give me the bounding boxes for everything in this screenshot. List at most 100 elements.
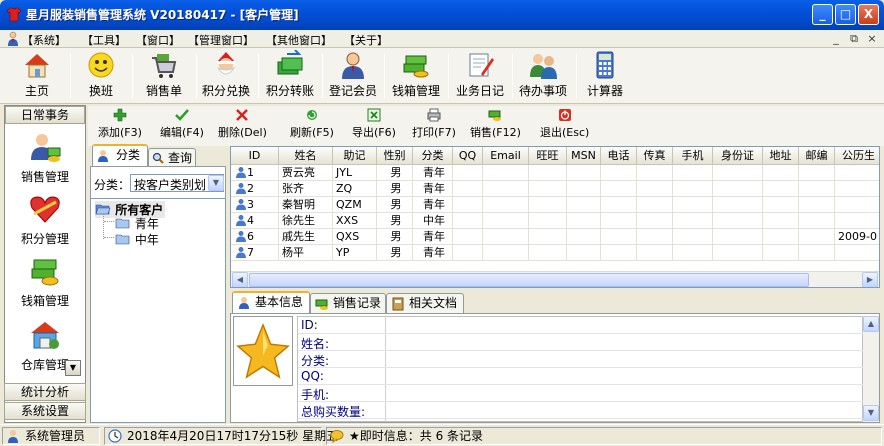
cell-empty bbox=[601, 245, 637, 261]
sales-people-icon bbox=[28, 130, 62, 164]
cell-empty bbox=[673, 181, 713, 197]
tab-basic-info[interactable]: 基本信息 bbox=[232, 291, 310, 313]
cell-empty bbox=[453, 229, 483, 245]
column-header[interactable]: 传真 bbox=[637, 147, 673, 165]
mdi-restore-button[interactable]: ⧉ bbox=[846, 32, 862, 46]
table-row[interactable]: 3 秦智明 QZM 男青年 bbox=[231, 197, 879, 213]
column-header[interactable]: 邮编 bbox=[799, 147, 835, 165]
column-header[interactable]: 公历生 bbox=[835, 147, 879, 165]
print-button[interactable]: 打印(F7) bbox=[412, 108, 456, 140]
sales-order-button[interactable]: 销售单 bbox=[136, 50, 192, 102]
nav-header-statistics[interactable]: 统计分析 bbox=[4, 383, 86, 401]
column-header[interactable]: Email bbox=[483, 147, 529, 165]
cell-empty bbox=[763, 213, 799, 229]
delete-button[interactable]: 删除(Del) bbox=[218, 108, 267, 140]
scroll-left-button[interactable]: ◀ bbox=[232, 272, 248, 287]
table-row[interactable]: 4 徐先生 XXS 男中年 bbox=[231, 213, 879, 229]
menu-about[interactable]: 【关于】 bbox=[344, 32, 388, 48]
column-header[interactable]: QQ bbox=[453, 147, 483, 165]
cell-name: 戚先生 bbox=[279, 229, 333, 245]
nav-item-cashbox[interactable]: 钱箱管理 bbox=[5, 254, 85, 309]
maximize-button[interactable]: □ bbox=[835, 4, 856, 25]
column-header[interactable]: 性别 bbox=[377, 147, 413, 165]
money-transfer-icon bbox=[275, 49, 305, 80]
mdi-minimize-button[interactable]: _ bbox=[828, 32, 844, 46]
cell-empty bbox=[637, 181, 673, 197]
horizontal-scrollbar[interactable]: ◀ ▶ bbox=[231, 271, 879, 287]
cell-empty bbox=[529, 165, 567, 181]
menu-other-window[interactable]: 【其他窗口】 bbox=[266, 32, 332, 48]
todo-button[interactable]: 待办事项 bbox=[514, 50, 572, 102]
table-row[interactable]: 7 杨平 YP 男青年 bbox=[231, 245, 879, 261]
nav-scroll-down-button[interactable]: ▼ bbox=[65, 360, 81, 376]
column-header[interactable]: ID bbox=[231, 147, 279, 165]
money-icon bbox=[488, 108, 502, 122]
status-bar: 系统管理员 2018年4月20日17时17分15秒 星期五 ★即时信息：共 6 … bbox=[0, 424, 884, 446]
scroll-right-button[interactable]: ▶ bbox=[862, 272, 878, 287]
menu-bar: 【系统】 【工具】 【窗口】 【管理窗口】 【其他窗口】 【关于】 _ ⧉ × bbox=[0, 30, 884, 48]
points-redeem-button[interactable]: 积分兑换 bbox=[198, 50, 254, 102]
shift-change-button[interactable]: 换班 bbox=[74, 50, 128, 102]
column-header[interactable]: 分类 bbox=[413, 147, 453, 165]
table-row[interactable]: 6 戚先生 QXS 男青年 2009-0 bbox=[231, 229, 879, 245]
minimize-button[interactable]: _ bbox=[812, 4, 833, 25]
field-label: ID: bbox=[301, 318, 318, 332]
tab-category[interactable]: 分类 bbox=[92, 144, 148, 166]
column-header[interactable]: 电话 bbox=[601, 147, 637, 165]
nav-header-settings[interactable]: 系统设置 bbox=[4, 402, 86, 420]
column-header[interactable]: 助记 bbox=[333, 147, 377, 165]
scroll-down-button[interactable]: ▼ bbox=[863, 405, 879, 421]
business-diary-button[interactable]: 业务日记 bbox=[452, 50, 508, 102]
tab-sales-records[interactable]: 销售记录 bbox=[310, 293, 386, 313]
tab-search[interactable]: 查询 bbox=[148, 148, 196, 168]
user-icon bbox=[8, 430, 18, 443]
column-header[interactable]: 姓名 bbox=[279, 147, 333, 165]
nav-item-points[interactable]: 积分管理 bbox=[5, 192, 85, 247]
export-button[interactable]: 导出(F6) bbox=[352, 108, 396, 140]
column-header[interactable]: 身份证 bbox=[713, 147, 763, 165]
edit-button[interactable]: 编辑(F4) bbox=[160, 108, 204, 140]
mdi-close-button[interactable]: × bbox=[864, 32, 880, 46]
cashbox-button[interactable]: 钱箱管理 bbox=[388, 50, 444, 102]
column-header[interactable]: 地址 bbox=[763, 147, 799, 165]
column-header[interactable]: 手机 bbox=[673, 147, 713, 165]
tab-related-docs[interactable]: 相关文档 bbox=[386, 293, 464, 313]
home-button[interactable]: 主页 bbox=[8, 50, 66, 102]
cell-id: 4 bbox=[231, 213, 279, 229]
category-filter-select[interactable]: 按客户类别划 ▼ bbox=[130, 174, 224, 192]
cell-sex: 男 bbox=[377, 181, 413, 197]
dropdown-arrow-icon[interactable]: ▼ bbox=[208, 175, 224, 191]
action-bar: 添加(F3) 编辑(F4) 删除(Del) 刷新(F5) 导出(F6) 打印(F… bbox=[88, 106, 884, 146]
menu-window[interactable]: 【窗口】 bbox=[136, 32, 180, 48]
nav-item-sales[interactable]: 销售管理 bbox=[5, 130, 85, 185]
points-transfer-button[interactable]: 积分转账 bbox=[262, 49, 318, 102]
close-button[interactable]: X bbox=[858, 4, 879, 25]
scroll-up-button[interactable]: ▲ bbox=[863, 316, 879, 332]
smiley-icon bbox=[86, 50, 116, 80]
column-header[interactable]: 旺旺 bbox=[529, 147, 567, 165]
register-member-button[interactable]: 登记会员 bbox=[326, 50, 380, 102]
table-row[interactable]: 2 张齐 ZQ 男青年 bbox=[231, 181, 879, 197]
cell-id: 6 bbox=[231, 229, 279, 245]
sell-button[interactable]: 销售(F12) bbox=[470, 108, 521, 140]
cell-empty bbox=[673, 229, 713, 245]
detail-vertical-scrollbar[interactable]: ▲ ▼ bbox=[863, 316, 879, 422]
refresh-button[interactable]: 刷新(F5) bbox=[290, 108, 334, 140]
cell-empty bbox=[763, 245, 799, 261]
menu-tools[interactable]: 【工具】 bbox=[82, 32, 126, 48]
app-shirt-icon bbox=[6, 7, 22, 22]
cell-empty bbox=[713, 165, 763, 181]
calculator-button[interactable]: 计算器 bbox=[580, 50, 630, 102]
exit-button[interactable]: 退出(Esc) bbox=[540, 108, 589, 140]
menu-manage-window[interactable]: 【管理窗口】 bbox=[188, 32, 254, 48]
column-header[interactable]: MSN bbox=[567, 147, 601, 165]
nav-header-daily[interactable]: 日常事务 bbox=[5, 106, 85, 124]
tree-node-youth[interactable]: 青年 bbox=[115, 215, 159, 232]
scroll-thumb[interactable] bbox=[249, 273, 809, 287]
cart-icon bbox=[149, 50, 179, 80]
add-button[interactable]: 添加(F3) bbox=[98, 108, 142, 140]
menu-system[interactable]: 【系统】 bbox=[22, 32, 66, 48]
tree-node-middle-aged[interactable]: 中年 bbox=[115, 231, 159, 248]
table-row[interactable]: 1 贾云亮 JYL 男青年 bbox=[231, 165, 879, 181]
cash-stack-icon bbox=[401, 50, 431, 80]
